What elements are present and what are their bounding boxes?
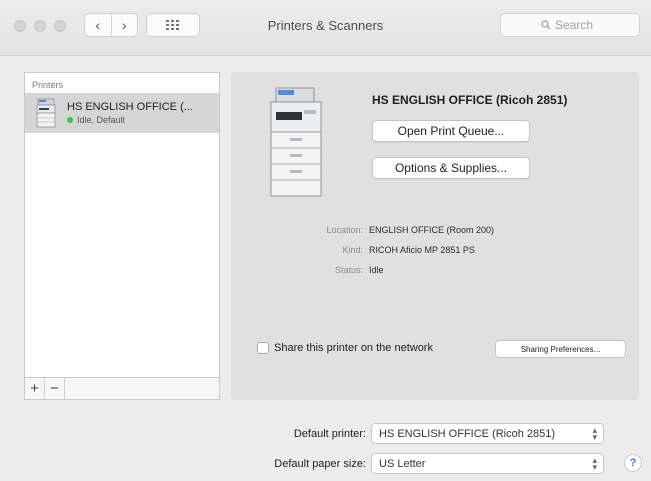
- printer-list-footer: + −: [24, 378, 220, 400]
- options-supplies-button[interactable]: Options & Supplies...: [372, 157, 530, 179]
- show-all-button[interactable]: [146, 13, 200, 37]
- default-paper-select[interactable]: US Letter ▴ ▾: [371, 453, 604, 474]
- search-field[interactable]: [500, 13, 640, 37]
- printer-list: Printers HS ENGLISH OFFICE (... Idle, De…: [24, 72, 220, 378]
- search-input[interactable]: [555, 18, 599, 32]
- printer-list-item-status: Idle, Default: [67, 115, 193, 125]
- popup-arrows-icon: ▴ ▾: [592, 425, 597, 442]
- back-button[interactable]: ‹: [85, 14, 111, 36]
- status-value: Idle: [369, 265, 384, 275]
- navigation-buttons: ‹ ›: [84, 13, 138, 37]
- status-label: Status:: [334, 265, 363, 275]
- default-printer-row: Default printer: HS ENGLISH OFFICE (Rico…: [0, 423, 651, 445]
- printer-list-item[interactable]: HS ENGLISH OFFICE (... Idle, Default: [25, 93, 219, 133]
- location-row: Location: ENGLISH OFFICE (Room 200): [231, 220, 639, 240]
- title-bar: ‹ › Printers & Scanners: [0, 0, 651, 56]
- grid-icon: [166, 20, 179, 30]
- printer-detail-pane: HS ENGLISH OFFICE (Ricoh 2851) Open Prin…: [231, 72, 639, 400]
- help-button[interactable]: ?: [624, 454, 642, 472]
- share-printer-checkbox[interactable]: [257, 342, 269, 354]
- zoom-window-button[interactable]: [54, 20, 66, 32]
- printer-list-item-name: HS ENGLISH OFFICE (...: [67, 101, 193, 113]
- printer-name-heading: HS ENGLISH OFFICE (Ricoh 2851): [372, 93, 568, 107]
- remove-printer-button[interactable]: −: [45, 378, 65, 399]
- default-printer-value: HS ENGLISH OFFICE (Ricoh 2851): [379, 427, 556, 440]
- default-printer-select[interactable]: HS ENGLISH OFFICE (Ricoh 2851) ▴ ▾: [371, 423, 604, 444]
- status-row: Status: Idle: [231, 260, 639, 280]
- kind-label: Kind:: [342, 245, 363, 255]
- location-value: ENGLISH OFFICE (Room 200): [369, 225, 495, 235]
- back-icon: ‹: [95, 17, 101, 33]
- forward-button[interactable]: ›: [110, 14, 138, 36]
- printer-list-header: Printers: [32, 80, 64, 90]
- printer-info: Location: ENGLISH OFFICE (Room 200) Kind…: [231, 220, 639, 280]
- default-paper-row: Default paper size: US Letter ▴ ▾: [0, 453, 651, 475]
- printer-icon: [36, 98, 56, 128]
- close-window-button[interactable]: [14, 20, 26, 32]
- add-printer-button[interactable]: +: [25, 378, 45, 399]
- default-paper-value: US Letter: [379, 457, 426, 470]
- location-label: Location:: [326, 225, 363, 235]
- status-dot-icon: [67, 117, 73, 123]
- minimize-window-button[interactable]: [34, 20, 46, 32]
- kind-row: Kind: RICOH Aficio MP 2851 PS: [231, 240, 639, 260]
- printer-list-item-status-text: Idle, Default: [77, 115, 126, 125]
- popup-arrows-icon: ▴ ▾: [592, 455, 597, 472]
- share-printer-label[interactable]: Share this printer on the network: [274, 342, 433, 354]
- printer-large-icon: [270, 87, 322, 197]
- share-printer-row: Share this printer on the network: [257, 342, 433, 354]
- default-printer-label: Default printer:: [293, 428, 366, 440]
- forward-icon: ›: [121, 17, 127, 33]
- search-icon: [541, 20, 551, 30]
- default-paper-label: Default paper size:: [274, 458, 366, 470]
- kind-value: RICOH Aficio MP 2851 PS: [369, 245, 475, 255]
- sharing-preferences-button[interactable]: Sharing Preferences...: [495, 340, 626, 358]
- open-print-queue-button[interactable]: Open Print Queue...: [372, 120, 530, 142]
